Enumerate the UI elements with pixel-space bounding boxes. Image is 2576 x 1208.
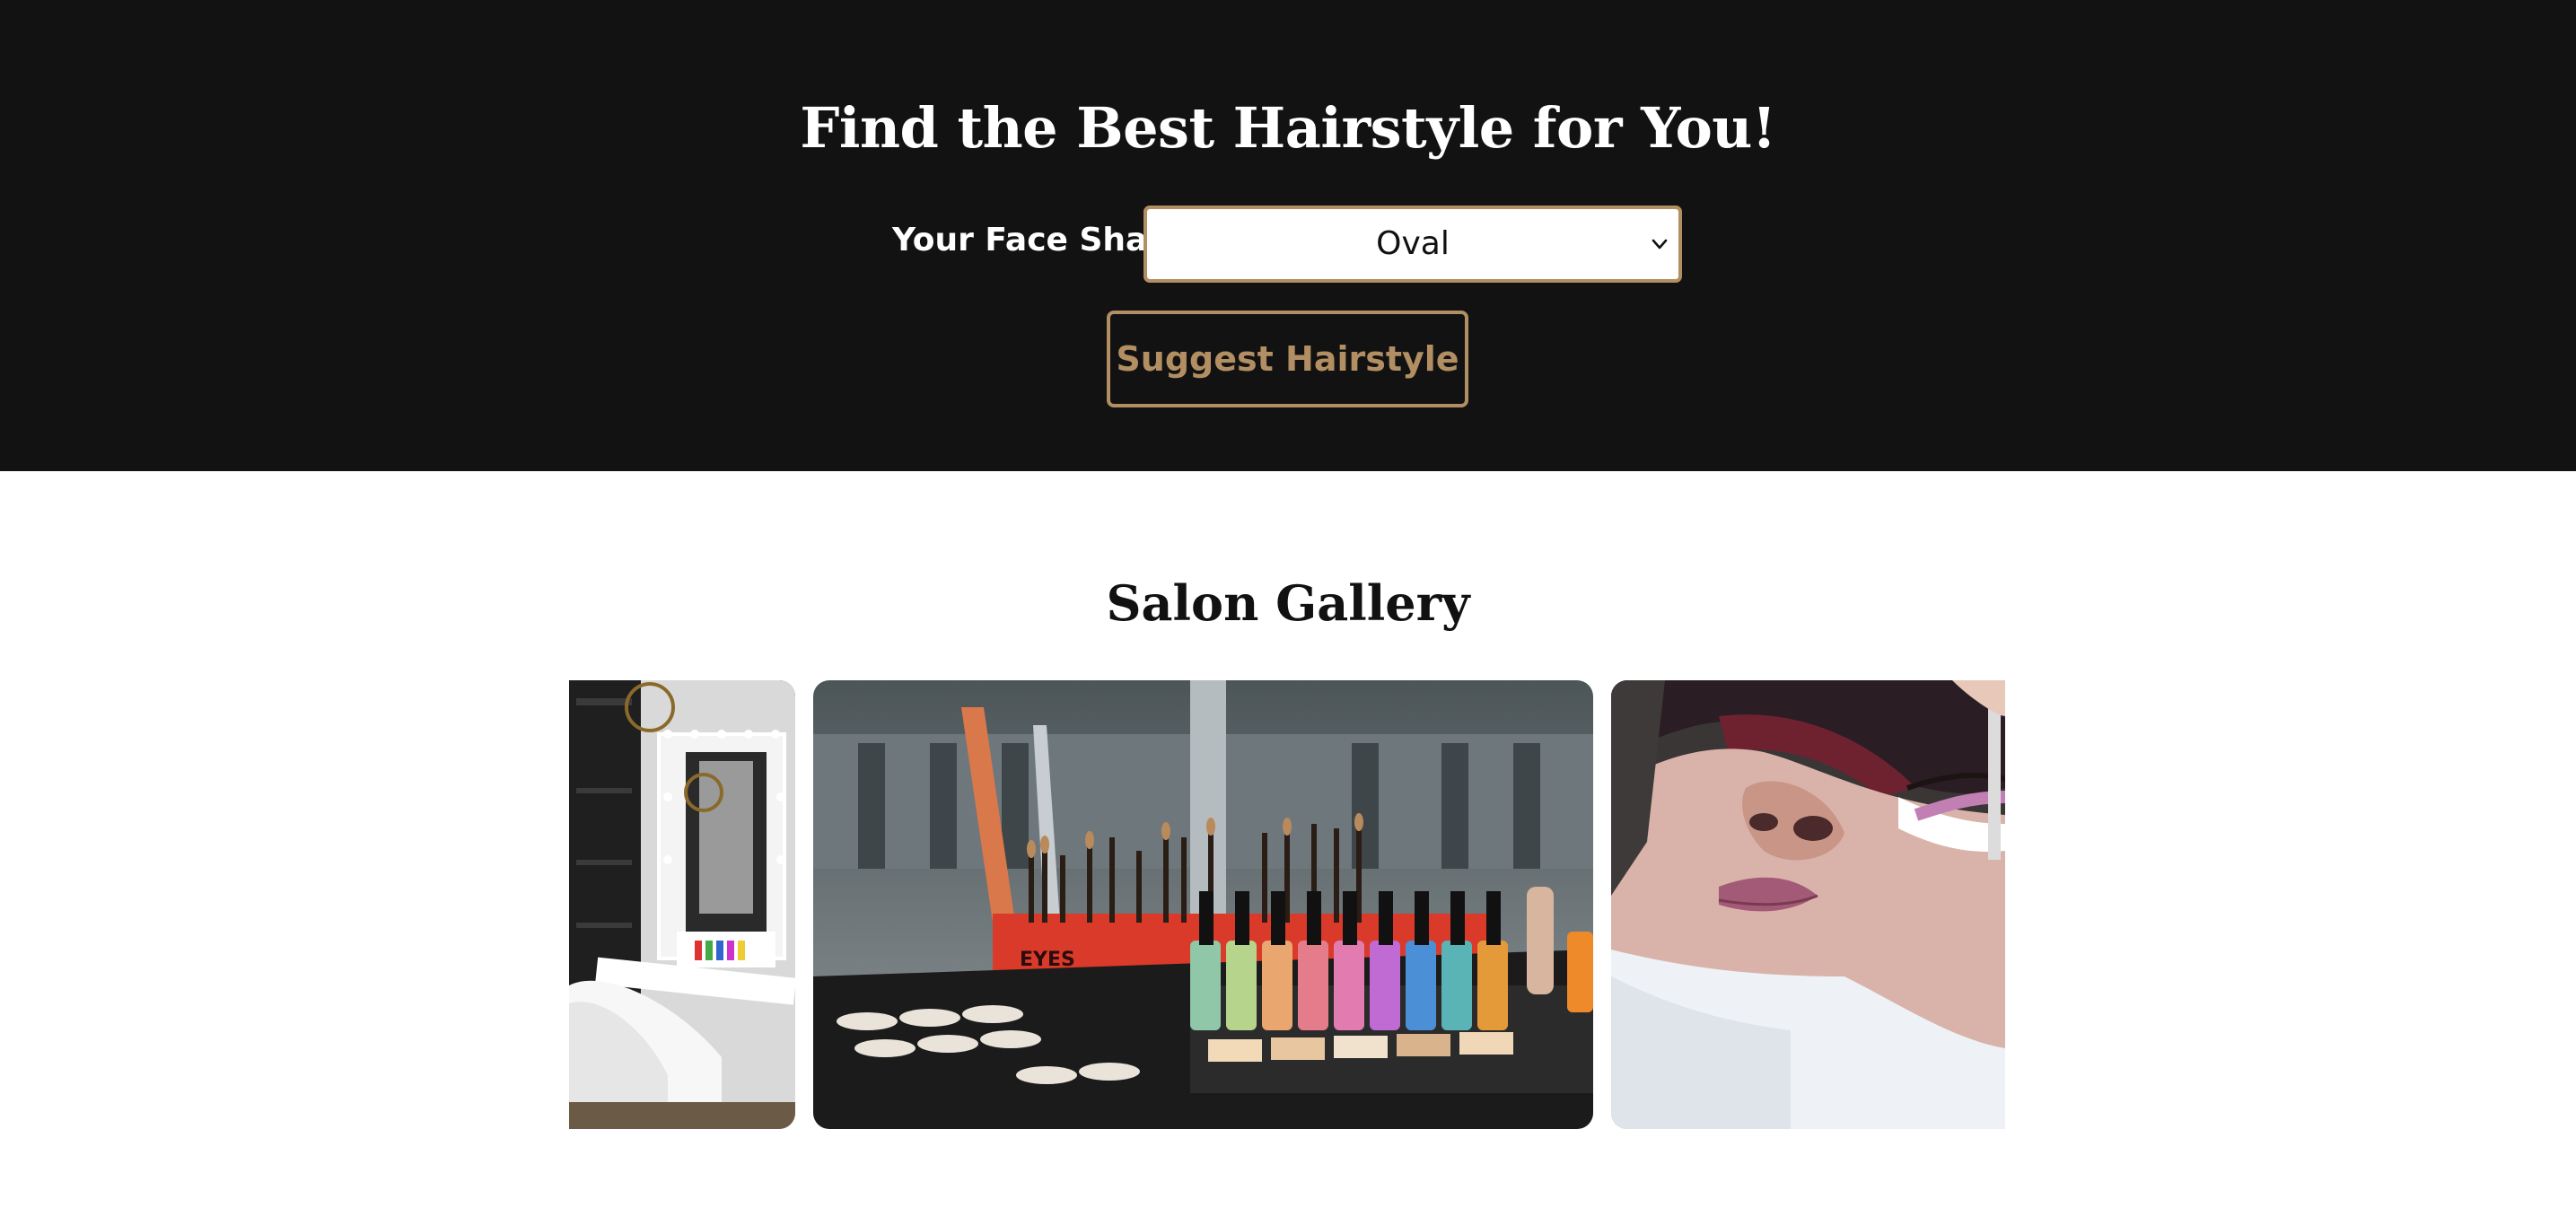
face-shape-selected-value: Oval [1376,225,1450,262]
hero-title: Find the Best Hairstyle for You! [800,95,1776,161]
makeup-counter-photo: EYES [813,680,1593,1129]
lash-treatment-photo [1611,680,2005,1129]
face-shape-select[interactable]: Oval [1143,206,1682,283]
gallery-title: Salon Gallery [1106,574,1470,632]
suggest-hairstyle-button[interactable]: Suggest Hairstyle [1107,311,1468,407]
chevron-down-icon [1652,239,1668,249]
hero-section: Find the Best Hairstyle for You! Your Fa… [0,0,2576,471]
salon-interior-photo [569,680,795,1129]
